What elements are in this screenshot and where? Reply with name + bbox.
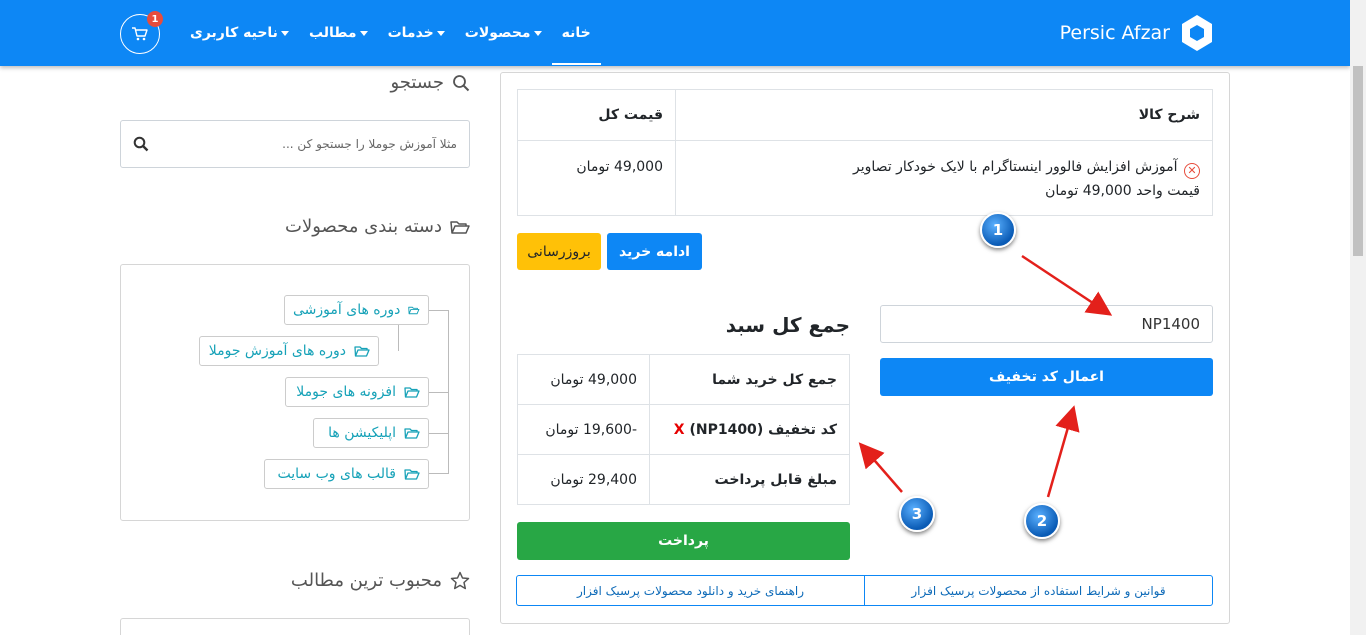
item-description: ✕ آموزش افزایش فالوور اینستاگرام با لایک… <box>675 140 1213 216</box>
table-row: 49,000 تومان جمع کل خرید شما <box>517 354 850 405</box>
payable-label: مبلغ قابل پرداخت <box>649 454 850 505</box>
total-column-header: قیمت کل <box>517 89 676 141</box>
purchase-guide-link[interactable]: راهنمای خرید و دانلود محصولات پرسیک افزا… <box>517 576 865 605</box>
category-item[interactable]: دوره های آموزش جوملا <box>199 336 379 366</box>
nav-services[interactable]: خدمات <box>378 0 455 66</box>
item-unit-price: قیمت واحد 49,000 تومان <box>1045 183 1200 199</box>
folder-open-icon <box>404 468 420 480</box>
cart-card: قیمت کل شرح کالا 49,000 تومان ✕ آموزش اف… <box>500 72 1230 624</box>
category-label[interactable]: افزونه های جوملا <box>296 384 396 400</box>
update-cart-button[interactable]: بروزرسانی <box>517 233 601 270</box>
payable-value: 29,400 تومان <box>517 454 650 505</box>
cart-count-badge: 1 <box>147 11 163 27</box>
search-icon <box>453 74 470 91</box>
tree-connector <box>428 433 449 434</box>
search-heading-label: جستجو <box>390 72 444 93</box>
subtotal-label: جمع کل خرید شما <box>649 354 850 405</box>
caret-down-icon <box>280 30 289 36</box>
apply-coupon-button[interactable]: اعمال کد تخفیف <box>880 358 1213 396</box>
caret-down-icon <box>436 30 445 36</box>
terms-link[interactable]: قوانین و شرایط استفاده از محصولات پرسیک … <box>865 576 1212 605</box>
table-row: 29,400 تومان مبلغ قابل پرداخت <box>517 454 850 505</box>
nav-articles-label[interactable]: مطالب <box>309 25 357 41</box>
cart-table: قیمت کل شرح کالا 49,000 تومان ✕ آموزش اف… <box>517 89 1213 216</box>
annotation-marker-3: 3 <box>899 496 935 532</box>
subtotal-value: 49,000 تومان <box>517 354 650 405</box>
sidebar-search <box>120 120 470 168</box>
category-item[interactable]: اپلیکیشن ها <box>313 418 429 448</box>
category-item[interactable]: افزونه های جوملا <box>285 377 429 407</box>
category-item[interactable]: دوره های آموزشی <box>284 295 429 325</box>
main-menu: خانه محصولات خدمات مطالب ناحیه کاربری <box>180 0 601 66</box>
nav-user-area-label[interactable]: ناحیه کاربری <box>190 25 278 41</box>
tree-connector <box>398 325 399 351</box>
nav-articles[interactable]: مطالب <box>299 0 378 66</box>
caret-down-icon <box>533 30 542 36</box>
folder-open-icon <box>450 220 470 234</box>
popular-heading: محبوب ترین مطالب <box>278 570 470 591</box>
star-icon <box>450 571 470 590</box>
popular-articles-panel <box>120 618 470 635</box>
caret-down-icon <box>359 30 368 36</box>
discount-value: -19,600 تومان <box>517 404 650 455</box>
sidebar-search-input[interactable] <box>149 137 457 151</box>
item-name: آموزش افزایش فالوور اینستاگرام با لایک خ… <box>852 159 1178 175</box>
brand[interactable]: Persic Afzar <box>1060 14 1214 52</box>
nav-user-area[interactable]: ناحیه کاربری <box>180 0 299 66</box>
tree-connector <box>428 473 449 474</box>
annotation-marker-2: 2 <box>1024 503 1060 539</box>
popular-heading-label: محبوب ترین مطالب <box>290 570 442 591</box>
folder-open-icon <box>408 306 420 314</box>
category-label[interactable]: دوره های آموزش جوملا <box>209 343 346 359</box>
cart-table-header: قیمت کل شرح کالا <box>517 89 1213 141</box>
cart-button[interactable]: 1 <box>120 11 163 54</box>
continue-shopping-button[interactable]: ادامه خرید <box>607 233 702 270</box>
item-total: 49,000 تومان <box>517 140 676 216</box>
tree-connector <box>428 310 449 311</box>
discount-label: کد تخفیف (NP1400) <box>689 421 837 438</box>
folder-open-icon <box>354 345 370 357</box>
table-row: 49,000 تومان ✕ آموزش افزایش فالوور اینست… <box>517 140 1213 216</box>
brand-logo-icon <box>1182 15 1212 51</box>
folder-open-icon <box>404 386 420 398</box>
category-label[interactable]: قالب های وب سایت <box>277 466 396 482</box>
nav-products[interactable]: محصولات <box>455 0 552 66</box>
remove-item-icon[interactable]: ✕ <box>1184 163 1200 179</box>
nav-products-label[interactable]: محصولات <box>465 25 531 41</box>
categories-heading: دسته بندی محصولات <box>268 216 470 237</box>
categories-heading-label: دسته بندی محصولات <box>285 216 442 237</box>
pay-button[interactable]: پرداخت <box>517 522 850 560</box>
nav-home-label[interactable]: خانه <box>562 25 591 41</box>
search-heading: جستجو <box>380 72 470 93</box>
folder-open-icon <box>404 427 420 439</box>
category-label[interactable]: اپلیکیشن ها <box>328 425 396 441</box>
scrollbar-thumb[interactable] <box>1353 66 1363 256</box>
search-submit-icon[interactable] <box>133 136 149 152</box>
cart-icon <box>132 27 148 41</box>
nav-home[interactable]: خانه <box>551 15 601 65</box>
cart-totals-table: 49,000 تومان جمع کل خرید شما -19,600 توم… <box>517 354 850 505</box>
top-navbar: Persic Afzar خانه محصولات خدمات مطالب نا… <box>0 0 1350 66</box>
remove-coupon-button[interactable]: X <box>674 422 685 438</box>
categories-panel: دوره های آموزشی دوره های آموزش جوملا افز… <box>120 264 470 521</box>
footer-links: قوانین و شرایط استفاده از محصولات پرسیک … <box>516 575 1213 606</box>
discount-label-cell: کد تخفیف (NP1400) X <box>649 404 850 455</box>
page-scrollbar[interactable] <box>1350 0 1366 635</box>
cart-totals-title: جمع کل سبد <box>725 313 850 337</box>
annotation-marker-1: 1 <box>980 212 1016 248</box>
nav-services-label[interactable]: خدمات <box>388 25 434 41</box>
description-column-header: شرح کالا <box>675 89 1213 141</box>
category-label[interactable]: دوره های آموزشی <box>293 302 400 318</box>
category-item[interactable]: قالب های وب سایت <box>264 459 429 489</box>
table-row: -19,600 تومان کد تخفیف (NP1400) X <box>517 404 850 455</box>
brand-name[interactable]: Persic Afzar <box>1060 22 1170 44</box>
coupon-code-input[interactable] <box>880 305 1213 343</box>
tree-connector <box>428 392 449 393</box>
